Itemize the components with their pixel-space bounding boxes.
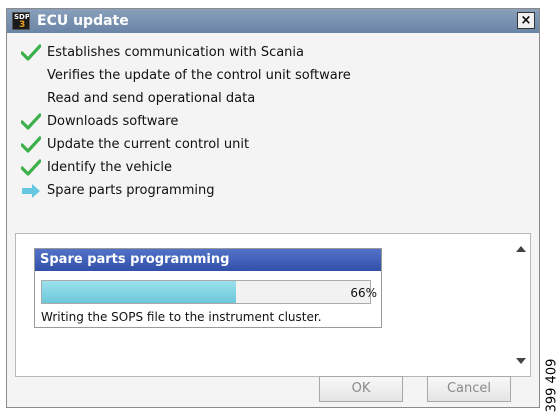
progress-message: Writing the SOPS file to the instrument … — [41, 310, 322, 324]
scroll-up-arrow-icon[interactable] — [516, 246, 526, 252]
document-code-text: 399 409 — [544, 358, 560, 412]
step-label: Identify the vehicle — [47, 160, 172, 175]
progress-bar — [41, 280, 371, 304]
ok-button[interactable]: OK — [319, 376, 403, 402]
check-icon — [21, 159, 41, 176]
sdp3-app-icon: SDP 3 — [12, 12, 30, 30]
step-item: Update the current control unit — [21, 135, 531, 158]
check-icon — [21, 113, 41, 130]
step-label: Establishes communication with Scania — [47, 45, 305, 60]
check-icon — [21, 136, 41, 153]
step-label: Read and send operational data — [47, 91, 256, 106]
progress-title: Spare parts programming — [35, 249, 381, 271]
scroll-down-arrow-icon[interactable] — [516, 358, 526, 364]
progress-percent: 66% — [350, 286, 377, 300]
step-item: Verifies the update of the control unit … — [21, 66, 531, 89]
step-label: Update the current control unit — [47, 137, 250, 152]
step-item: Read and send operational data — [21, 89, 531, 112]
document-code: 399 409 — [541, 358, 560, 412]
step-list: Establishes communication with Scania Ve… — [21, 43, 531, 204]
step-label: Downloads software — [47, 114, 179, 129]
progress-box: Spare parts programming 66% Writing the … — [34, 248, 382, 328]
ecu-update-dialog: SDP 3 ECU update × Establishes communica… — [6, 8, 540, 408]
progress-bar-fill — [42, 281, 236, 303]
window-title: ECU update — [37, 13, 129, 29]
cancel-button[interactable]: Cancel — [427, 376, 511, 402]
check-icon — [21, 44, 41, 61]
step-item: Establishes communication with Scania — [21, 43, 531, 66]
step-item: Identify the vehicle — [21, 158, 531, 181]
app-icon-number: 3 — [19, 20, 26, 30]
title-bar: SDP 3 ECU update × — [7, 9, 539, 33]
close-button[interactable]: × — [517, 12, 535, 29]
arrow-right-icon — [22, 184, 40, 198]
step-label: Spare parts programming — [47, 183, 215, 198]
step-item: Downloads software — [21, 112, 531, 135]
step-item: Spare parts programming — [21, 181, 531, 204]
step-label: Verifies the update of the control unit … — [47, 68, 351, 83]
progress-panel: Spare parts programming 66% Writing the … — [15, 233, 531, 377]
